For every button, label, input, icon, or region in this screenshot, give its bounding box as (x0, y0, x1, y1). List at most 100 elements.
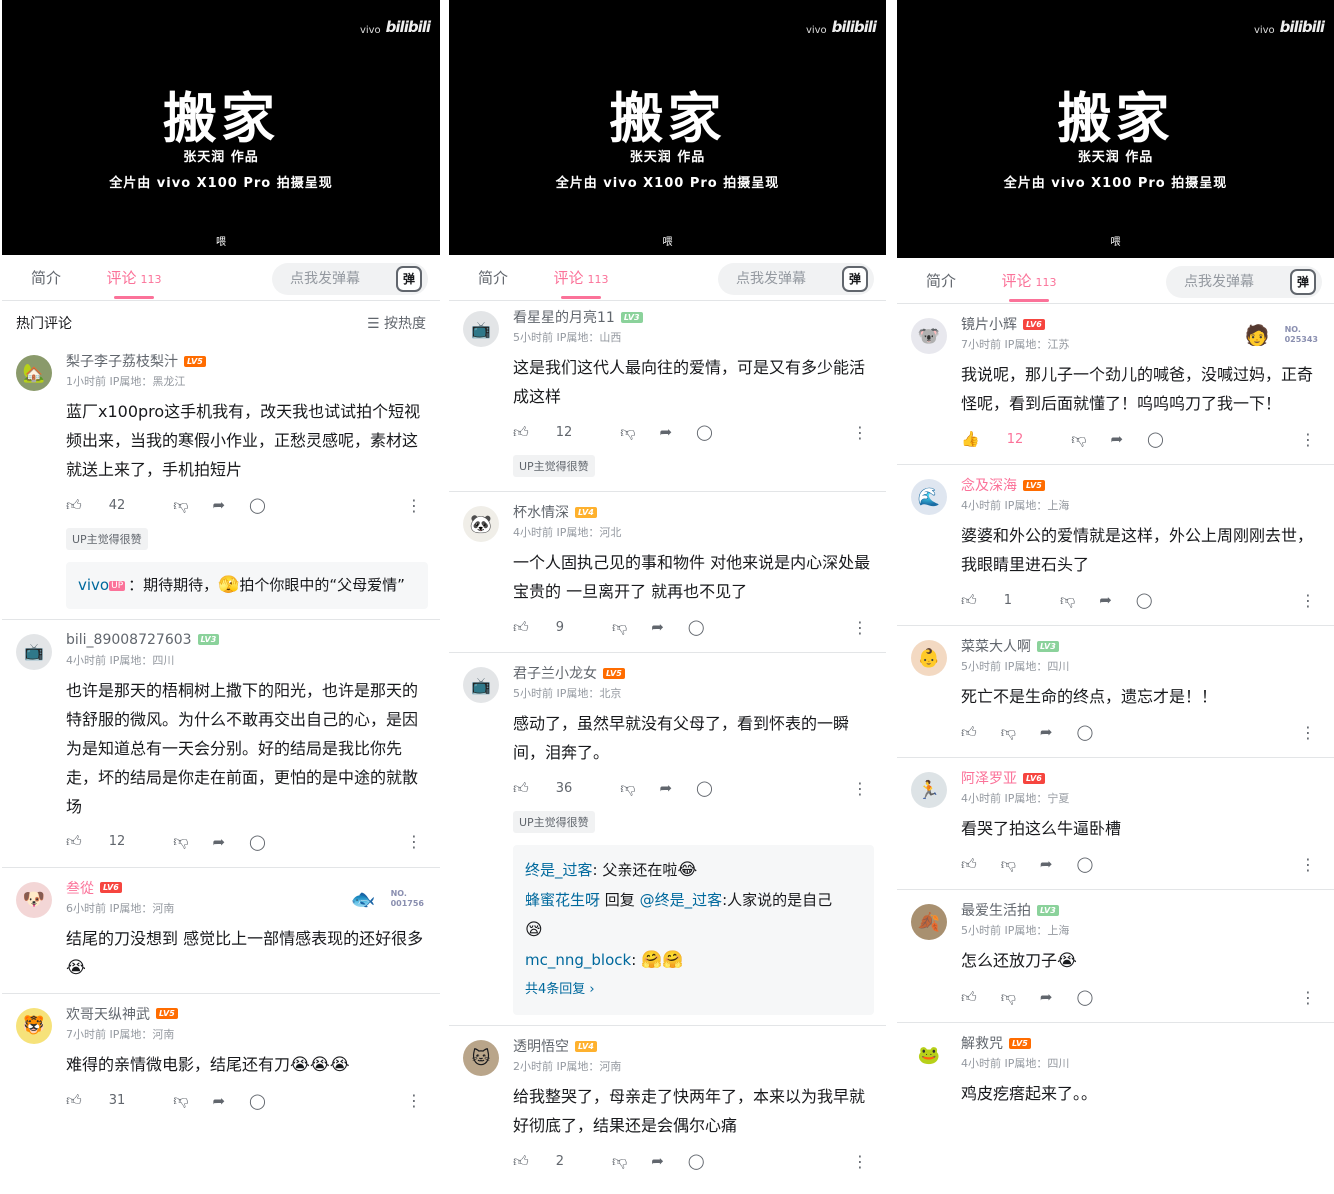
share-icon[interactable]: ➦ (1040, 723, 1053, 741)
username[interactable]: 最爱生活拍 LV3 (961, 900, 1322, 920)
like-button[interactable]: 👍︎ 31 (66, 1091, 149, 1110)
username[interactable]: 看星星的月亮11 LV3 (513, 307, 874, 327)
thumbs-down-icon[interactable]: 👎︎ (173, 832, 188, 851)
username[interactable]: 念及深海 LV5 (961, 475, 1322, 495)
share-icon[interactable]: ➦ (212, 1092, 225, 1110)
danmaku-toggle-icon[interactable]: 弹 (396, 266, 422, 292)
like-button[interactable]: 👍 12 (961, 430, 1047, 448)
more-vertical-icon[interactable]: ⋮ (406, 496, 422, 515)
thumbs-down-icon[interactable]: 👎︎ (620, 779, 635, 798)
share-icon[interactable]: ➦ (212, 833, 225, 851)
video-player[interactable]: vivo bilibili 搬家 张天润 作品 全片由 vivo X100 Pro… (897, 0, 1334, 258)
more-vertical-icon[interactable]: ⋮ (1300, 855, 1316, 874)
username[interactable]: 欢哥天纵神武 LV5 (66, 1004, 428, 1024)
danmaku-input[interactable]: 点我发弹幕 弹 (272, 263, 428, 295)
more-vertical-icon[interactable]: ⋮ (1300, 988, 1316, 1007)
chat-bubble-icon[interactable]: ◯ (249, 833, 266, 851)
thumbs-up-icon[interactable]: 👍︎ (961, 988, 977, 1007)
tab-intro[interactable]: 简介 (897, 258, 985, 304)
like-button[interactable]: 👍︎ 12 (66, 832, 149, 851)
more-vertical-icon[interactable]: ⋮ (852, 423, 868, 442)
video-player[interactable]: vivo bilibili 搬家 张天润 作品 全片由 vivo X100 Pro… (449, 0, 886, 255)
thumbs-down-icon[interactable]: 👎︎ (1001, 723, 1016, 742)
username[interactable]: 君子兰小龙女 LV5 (513, 663, 874, 683)
tab-intro[interactable]: 简介 (449, 255, 537, 301)
more-vertical-icon[interactable]: ⋮ (406, 1091, 422, 1110)
thumbs-up-icon[interactable]: 👍︎ (961, 723, 977, 742)
share-icon[interactable]: ➦ (1040, 855, 1053, 873)
avatar[interactable]: 🐨 (911, 318, 947, 354)
thumbs-down-icon[interactable]: 👎︎ (1071, 430, 1086, 449)
danmaku-toggle-icon[interactable]: 弹 (1290, 269, 1316, 295)
more-vertical-icon[interactable]: ⋮ (406, 832, 422, 851)
reply-author[interactable]: mc_nng_block (525, 951, 631, 969)
sort-button[interactable]: ☰ 按热度 (367, 313, 426, 333)
share-icon[interactable]: ➦ (651, 1152, 664, 1170)
thumbs-down-icon[interactable]: 👎︎ (620, 423, 635, 442)
avatar[interactable]: 🐼 (463, 506, 499, 542)
share-icon[interactable]: ➦ (212, 496, 225, 514)
avatar[interactable]: 🐶 (16, 881, 52, 918)
like-button[interactable]: 👍︎ 1 (961, 591, 1036, 610)
avatar[interactable]: 🐸 (911, 1037, 947, 1073)
share-icon[interactable]: ➦ (659, 423, 672, 441)
chat-bubble-icon[interactable]: ◯ (249, 496, 266, 514)
more-vertical-icon[interactable]: ⋮ (1300, 723, 1316, 742)
more-vertical-icon[interactable]: ⋮ (852, 618, 868, 637)
like-button[interactable]: 👍︎ 9 (513, 618, 588, 637)
thumbs-down-icon[interactable]: 👎︎ (1060, 591, 1075, 610)
avatar[interactable]: 🌊 (911, 479, 947, 515)
danmaku-input[interactable]: 点我发弹幕 弹 (718, 263, 874, 295)
danmaku-toggle-icon[interactable]: 弹 (842, 266, 868, 292)
reply-author[interactable]: vivo (78, 576, 109, 594)
chat-bubble-icon[interactable]: ◯ (1077, 855, 1094, 873)
avatar[interactable]: 🐱 (463, 1040, 499, 1076)
thumbs-down-icon[interactable]: 👎︎ (173, 496, 188, 515)
chat-bubble-icon[interactable]: ◯ (1136, 591, 1153, 609)
danmaku-input[interactable]: 点我发弹幕 弹 (1166, 266, 1322, 298)
default-avatar-icon[interactable]: 📺 (463, 667, 499, 703)
chat-bubble-icon[interactable]: ◯ (1147, 430, 1164, 448)
like-button[interactable]: 👍︎ 36 (513, 779, 596, 798)
share-icon[interactable]: ➦ (659, 779, 672, 797)
like-button[interactable]: 👍︎ 2 (513, 1152, 588, 1171)
chat-bubble-icon[interactable]: ◯ (696, 779, 713, 797)
chat-bubble-icon[interactable]: ◯ (1077, 988, 1094, 1006)
more-vertical-icon[interactable]: ⋮ (852, 1152, 868, 1171)
reply-author[interactable]: 终是_过客 (525, 861, 593, 879)
username[interactable]: 菜菜大人啊 LV3 (961, 636, 1322, 656)
reply-author[interactable]: 蜂蜜花生呀 (525, 891, 600, 909)
tab-comments[interactable]: 评论 113 (537, 255, 625, 301)
thumbs-down-icon[interactable]: 👎︎ (1001, 988, 1016, 1007)
tab-comments[interactable]: 评论 113 (985, 258, 1073, 304)
chat-bubble-icon[interactable]: ◯ (688, 1152, 705, 1170)
thumbs-down-icon[interactable]: 👎︎ (1001, 855, 1016, 874)
chat-bubble-icon[interactable]: ◯ (249, 1092, 266, 1110)
video-player[interactable]: vivo bilibili 搬家 张天润 作品 全片由 vivo X100 Pro… (2, 0, 440, 255)
more-vertical-icon[interactable]: ⋮ (1300, 591, 1316, 610)
share-icon[interactable]: ➦ (1110, 430, 1123, 448)
default-avatar-icon[interactable]: 📺 (463, 311, 499, 347)
username[interactable]: bili_89008727603 LV3 (66, 630, 428, 650)
username[interactable]: 解救咒 LV5 (961, 1033, 1322, 1053)
chat-bubble-icon[interactable]: ◯ (688, 618, 705, 636)
share-icon[interactable]: ➦ (1040, 988, 1053, 1006)
more-vertical-icon[interactable]: ⋮ (852, 779, 868, 798)
chat-bubble-icon[interactable]: ◯ (1077, 723, 1094, 741)
thumbs-up-icon[interactable]: 👍︎ (961, 855, 977, 874)
avatar[interactable]: 👶 (911, 640, 947, 676)
username[interactable]: 透明悟空 LV4 (513, 1036, 874, 1056)
thumbs-down-icon[interactable]: 👎︎ (612, 618, 627, 637)
more-vertical-icon[interactable]: ⋮ (1300, 430, 1316, 449)
thumbs-down-icon[interactable]: 👎︎ (612, 1152, 627, 1171)
avatar[interactable]: 🍂 (911, 904, 947, 940)
tab-intro[interactable]: 简介 (2, 255, 90, 301)
default-avatar-icon[interactable]: 📺 (16, 633, 52, 670)
thumbs-down-icon[interactable]: 👎︎ (173, 1091, 188, 1110)
avatar[interactable]: 🏡 (16, 355, 52, 391)
share-icon[interactable]: ➦ (651, 618, 664, 636)
like-button[interactable]: 👍︎ 12 (513, 423, 596, 442)
reply-preview[interactable]: vivo UP ：期待期待，🫣拍个你眼中的“父母爱情” (66, 562, 428, 609)
share-icon[interactable]: ➦ (1099, 591, 1112, 609)
reply-preview[interactable]: 终是_过客: 父亲还在啦😂 蜂蜜花生呀 回复 @终是_过客:人家说的是自己 😪 m… (513, 845, 874, 1015)
